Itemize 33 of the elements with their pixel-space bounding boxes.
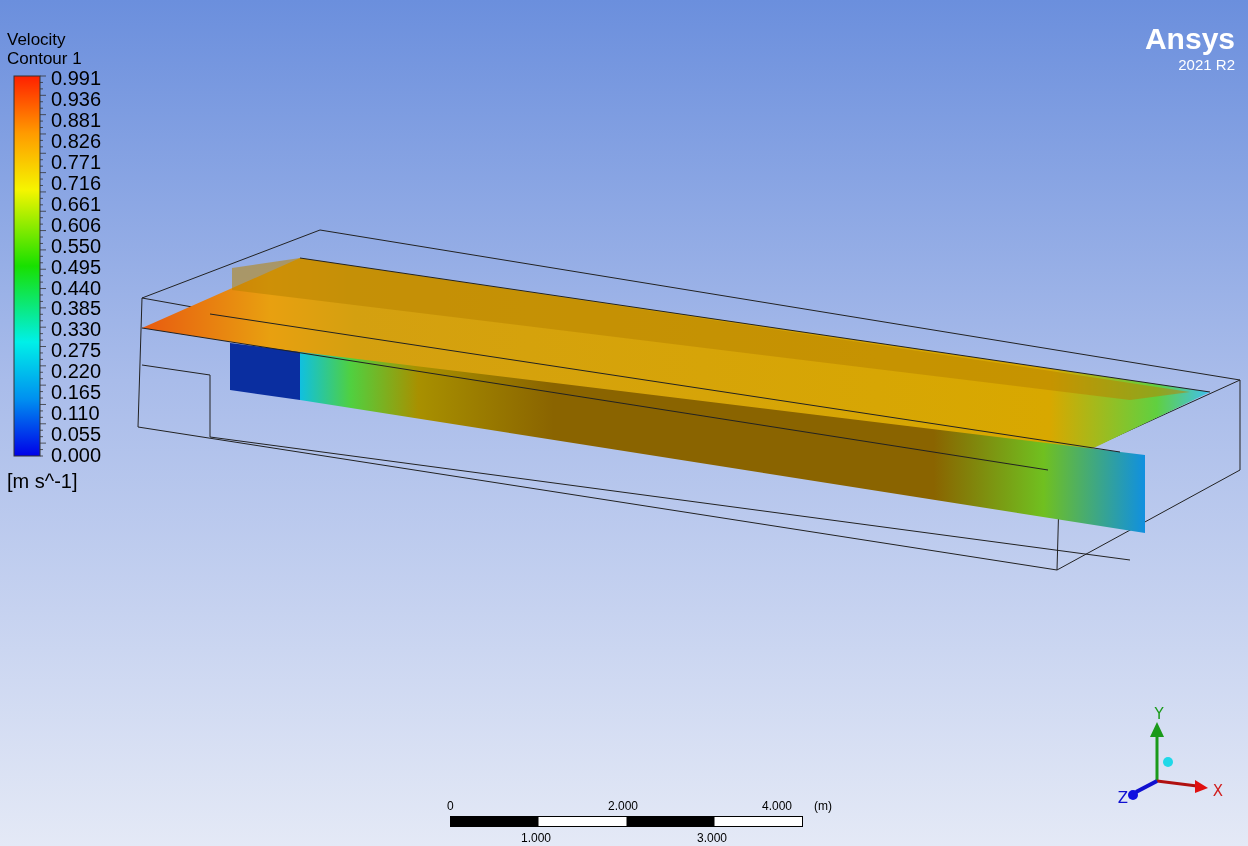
legend-value: 0.881 <box>51 109 102 131</box>
scale-label: 1.000 <box>521 831 552 845</box>
legend-unit: [m s^-1] <box>7 470 79 494</box>
legend-value: 0.275 <box>51 340 102 362</box>
legend-value: 0.220 <box>51 361 102 383</box>
scale-label: 2.000 <box>608 799 639 813</box>
legend-value: 0.550 <box>51 235 102 257</box>
legend-value: 0.165 <box>51 382 102 404</box>
legend-value: 0.991 <box>51 68 102 89</box>
legend-value: 0.440 <box>51 277 102 299</box>
x-axis-label: X <box>1212 782 1224 800</box>
scale-label: 3.000 <box>697 831 728 845</box>
scale-label: 0 <box>447 799 454 813</box>
legend-value: 0.110 <box>51 403 101 425</box>
legend-value: 0.495 <box>51 256 102 278</box>
legend-value: 0.661 <box>51 193 102 215</box>
legend-value: 0.771 <box>51 151 102 173</box>
legend-subtitle: Contour 1 <box>7 49 83 68</box>
legend-value: 0.716 <box>51 172 102 194</box>
legend-title: Velocity <box>7 30 67 49</box>
legend-value: 0.936 <box>51 88 102 110</box>
scale-label: 4.000 <box>762 799 793 813</box>
legend-value: 0.606 <box>51 214 102 236</box>
version-label: 2021 R2 <box>1177 56 1235 73</box>
z-axis-label: Z <box>1117 789 1129 807</box>
logo-wordmark: Ansys <box>1144 22 1235 56</box>
legend-value: 0.826 <box>51 130 102 152</box>
y-axis-label: Y <box>1154 705 1164 723</box>
legend-value: 0.055 <box>51 424 102 446</box>
scale-unit: (m) <box>814 799 832 813</box>
legend-value: 0.000 <box>51 445 102 467</box>
legend-value: 0.330 <box>51 319 102 341</box>
legend-value: 0.385 <box>51 298 102 320</box>
